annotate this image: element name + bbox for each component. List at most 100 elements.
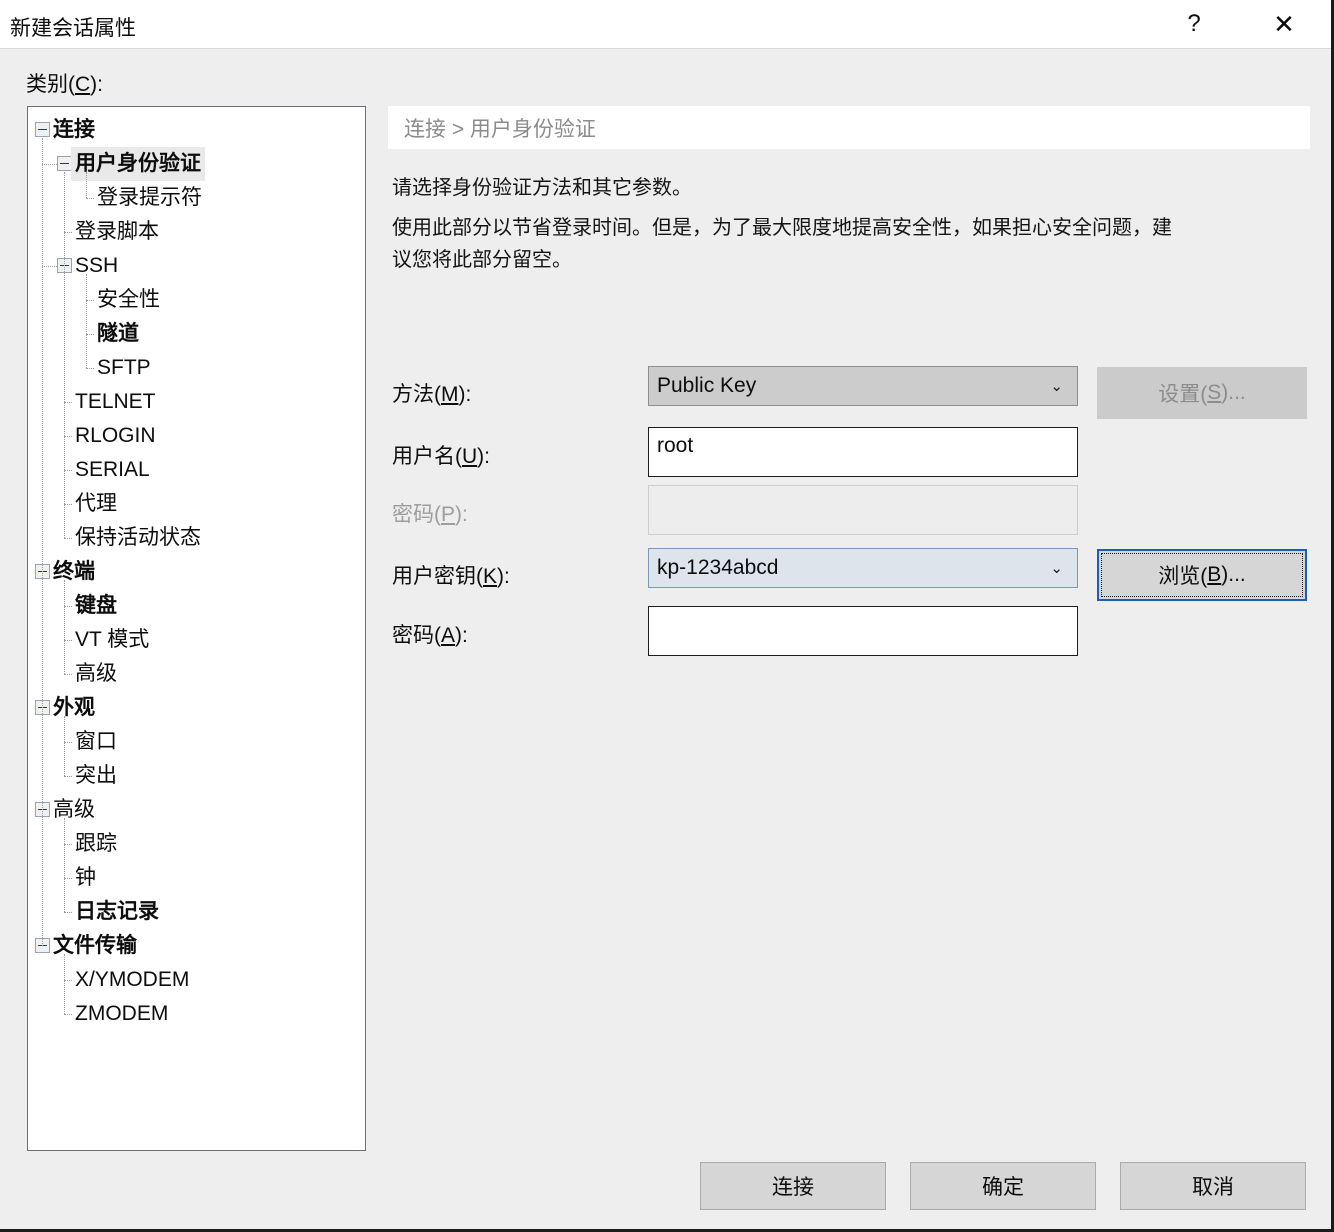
category-label: 类别(C):	[26, 68, 103, 98]
password-label: 密码(P):	[392, 498, 468, 528]
tree-item[interactable]: X/YMODEM	[28, 963, 365, 997]
tree-item[interactable]: 窗口	[28, 725, 365, 759]
breadcrumb-bar: 连接 > 用户身份验证	[388, 106, 1310, 149]
tree-guide-line	[64, 436, 72, 438]
tree-guide-line	[64, 716, 66, 776]
tree-item[interactable]: RLOGIN	[28, 419, 365, 453]
tree-item[interactable]: 文件传输	[28, 929, 365, 963]
tree-guide-line	[42, 266, 57, 268]
tree-guide-line	[86, 300, 94, 302]
tree-item[interactable]: 突出	[28, 759, 365, 793]
session-properties-dialog: 新建会话属性 ? ✕ 类别(C): 连接 用户身份验证 登录提示符 登录脚本 SSH 安全…	[0, 0, 1334, 1232]
tree-guide-line	[64, 844, 72, 846]
passphrase-label-accesskey: A	[441, 624, 456, 647]
tree-item[interactable]: 保持活动状态	[28, 521, 365, 555]
tree-item-label: 窗口	[75, 730, 117, 753]
tree-item-label: TELNET	[75, 390, 156, 413]
description-line-2: 使用此部分以节省登录时间。但是，为了最大限度地提高安全性，如果担心安全问题，建议…	[392, 217, 1172, 271]
tree-item-label: 高级	[53, 798, 95, 821]
tree-guide-line	[64, 504, 72, 506]
browse-button[interactable]: 浏览(B)...	[1097, 549, 1307, 601]
method-label-pre: 方法(	[392, 383, 441, 406]
connect-button[interactable]: 连接	[700, 1162, 886, 1210]
settings-button-label-pre: 设置(	[1158, 383, 1208, 406]
tree-guide-line	[64, 640, 72, 642]
tree-item[interactable]: 登录提示符	[28, 181, 365, 215]
tree-item[interactable]: 代理	[28, 487, 365, 521]
password-input	[648, 485, 1078, 535]
tree-item[interactable]: TELNET	[28, 385, 365, 419]
tree-guide-line	[64, 232, 72, 234]
tree-item-label: RLOGIN	[75, 424, 156, 447]
tree-item[interactable]: ZMODEM	[28, 997, 365, 1031]
breadcrumb: 连接 > 用户身份验证	[404, 117, 596, 141]
tree-item-label: 连接	[53, 118, 95, 141]
tree-item[interactable]: 日志记录	[28, 895, 365, 929]
tree-item-label: SFTP	[97, 356, 151, 379]
tree-item[interactable]: 外观	[28, 691, 365, 725]
tree-item[interactable]: 隧道	[28, 317, 365, 351]
tree-guide-line	[64, 776, 72, 778]
tree-item[interactable]: 高级	[28, 793, 365, 827]
tree-guide-line	[86, 334, 94, 336]
tree-item[interactable]: 钟	[28, 861, 365, 895]
user-key-dropdown[interactable]: kp-1234abcd ⌄	[648, 548, 1078, 588]
tree-guide-line	[42, 138, 44, 946]
tree-guide-line	[64, 912, 72, 914]
tree-item[interactable]: SSH	[28, 249, 365, 283]
tree-guide-line	[64, 878, 72, 880]
tree-item-label: 用户身份验证	[71, 147, 205, 181]
collapse-icon[interactable]	[35, 122, 50, 137]
tree-guide-line	[64, 580, 66, 674]
settings-button-label-post: )...	[1221, 381, 1246, 404]
tree-item-label: VT 模式	[75, 628, 150, 651]
tree-guide-line	[42, 164, 57, 166]
tree-guide-line	[64, 172, 66, 538]
tree-item[interactable]: SFTP	[28, 351, 365, 385]
tree-item[interactable]: 跟踪	[28, 827, 365, 861]
method-label: 方法(M):	[392, 378, 471, 408]
tree-item-label: 登录提示符	[97, 186, 202, 209]
tree-item[interactable]: 键盘	[28, 589, 365, 623]
password-label-post: ):	[455, 503, 468, 526]
chevron-down-icon: ⌄	[1050, 378, 1063, 395]
cancel-button[interactable]: 取消	[1120, 1162, 1306, 1210]
passphrase-label-pre: 密码(	[392, 624, 441, 647]
tree-guide-line	[64, 818, 66, 912]
close-icon[interactable]: ✕	[1253, 0, 1315, 47]
tree-guide-line	[64, 1014, 72, 1016]
category-label-accesskey: C	[75, 73, 91, 96]
tree-item[interactable]: SERIAL	[28, 453, 365, 487]
browse-button-label-post: )...	[1221, 563, 1246, 586]
settings-button[interactable]: 设置(S)...	[1097, 367, 1307, 419]
tree-item-label: 代理	[75, 492, 117, 515]
help-icon[interactable]: ?	[1163, 0, 1225, 47]
tree-item-label: 终端	[53, 560, 95, 583]
ok-button[interactable]: 确定	[910, 1162, 1096, 1210]
username-input[interactable]: root	[648, 427, 1078, 477]
tree-item-label: 键盘	[75, 594, 117, 617]
collapse-icon[interactable]	[57, 156, 72, 171]
tree-guide-line	[64, 606, 72, 608]
tree-item[interactable]: 用户身份验证	[28, 147, 365, 181]
username-label-post: ):	[477, 445, 490, 468]
tree-item[interactable]: VT 模式	[28, 623, 365, 657]
passphrase-input[interactable]	[648, 606, 1078, 656]
browse-button-accesskey: B	[1207, 563, 1222, 586]
password-label-pre: 密码(	[392, 503, 441, 526]
tree-item-label: 文件传输	[53, 934, 137, 957]
user-key-label-accesskey: K	[483, 565, 498, 588]
tree-guide-line	[86, 368, 94, 370]
tree-item-label: 保持活动状态	[75, 526, 201, 549]
tree-guide-line	[64, 402, 72, 404]
passphrase-label-post: ):	[455, 624, 468, 647]
tree-item[interactable]: 登录脚本	[28, 215, 365, 249]
method-dropdown[interactable]: Public Key ⌄	[648, 366, 1078, 406]
tree-item[interactable]: 终端	[28, 555, 365, 589]
tree-item[interactable]: 安全性	[28, 283, 365, 317]
tree-item[interactable]: 连接	[28, 113, 365, 147]
category-tree[interactable]: 连接用户身份验证登录提示符登录脚本 SSH 安全性 隧道 SFTP TELNET RLOGI…	[27, 106, 366, 1151]
tree-item-label: SSH	[75, 254, 119, 277]
passphrase-label: 密码(A):	[392, 619, 468, 649]
tree-item[interactable]: 高级	[28, 657, 365, 691]
